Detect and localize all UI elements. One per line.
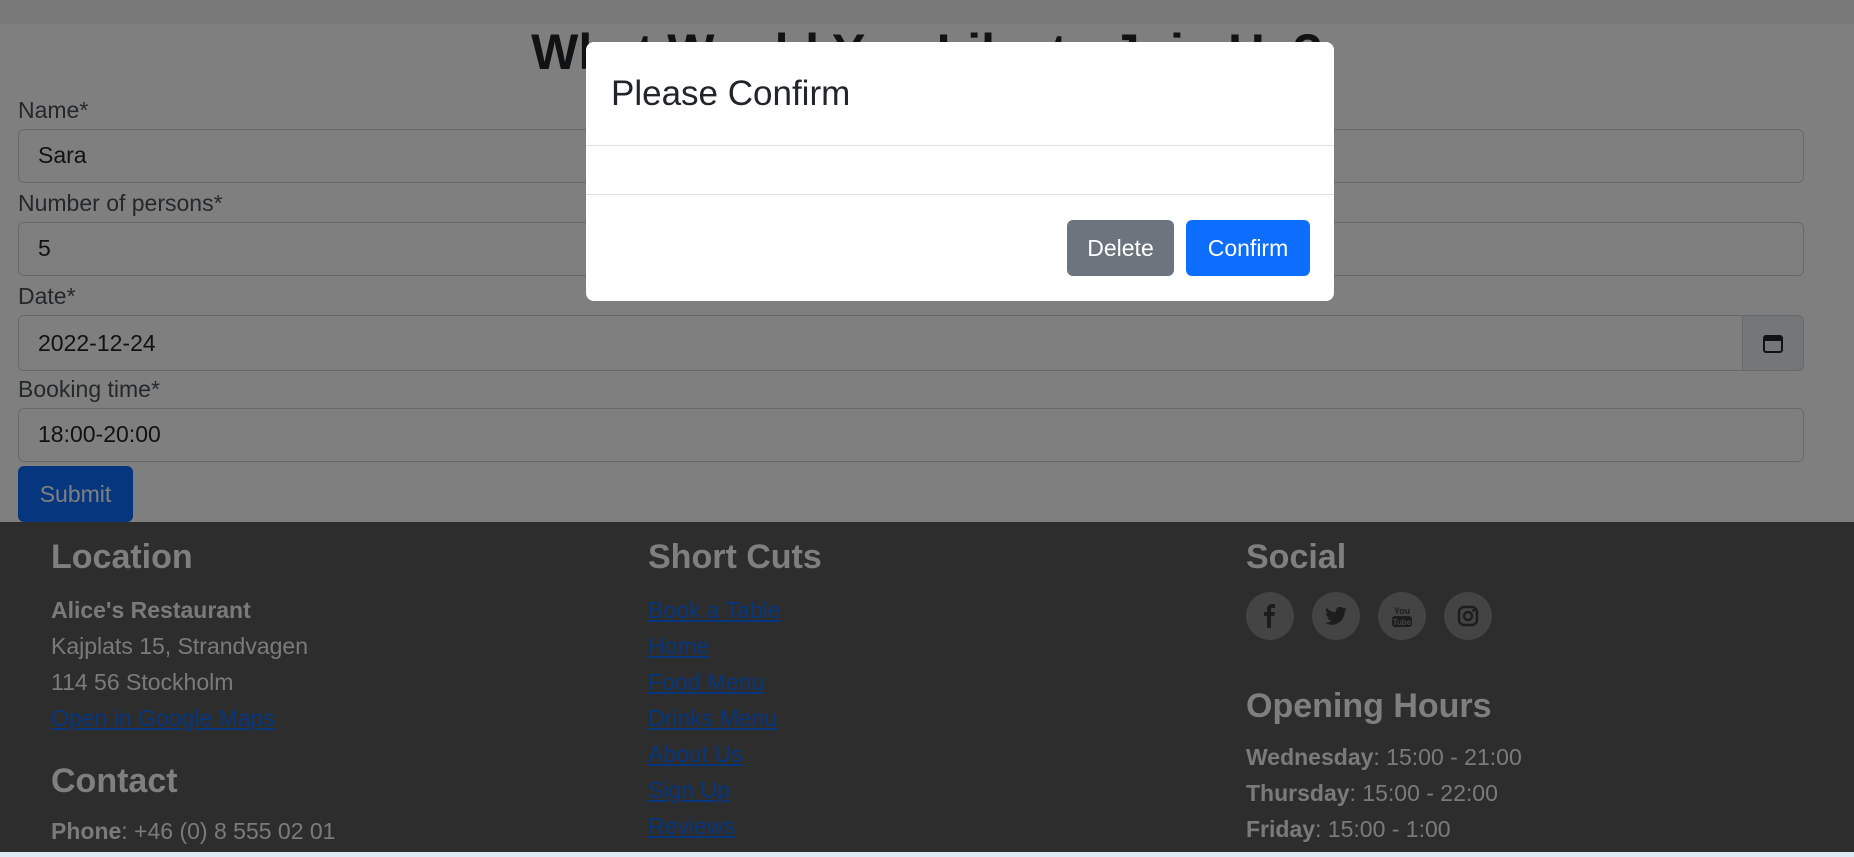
modal-footer-divider <box>586 194 1334 195</box>
modal-title: Please Confirm <box>611 74 851 113</box>
confirm-modal: Please Confirm Delete Confirm <box>586 42 1334 301</box>
confirm-button[interactable]: Confirm <box>1186 220 1310 276</box>
delete-button[interactable]: Delete <box>1067 220 1174 276</box>
booking-page: What Would You Like to Join Us? Name* Sa… <box>0 0 1854 857</box>
modal-header-divider <box>586 145 1334 146</box>
